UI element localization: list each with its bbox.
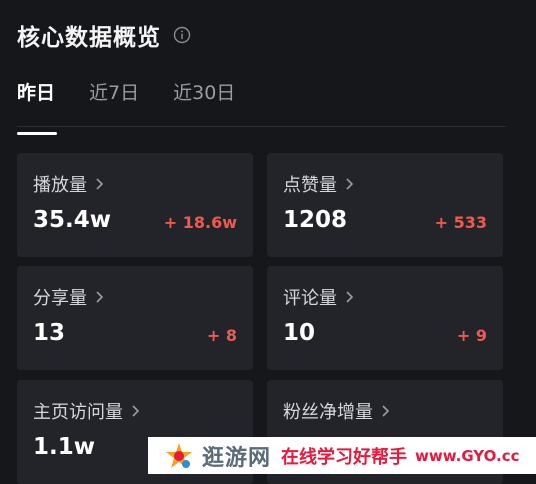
metric-label: 分享量 [33,288,87,309]
page-title: 核心数据概览 [17,25,161,51]
metric-label-link[interactable]: 粉丝净增量 [283,398,391,424]
tabs-divider [17,126,506,127]
metric-label: 粉丝净增量 [283,402,373,423]
watermark-url: www.GYO.cc [415,446,520,465]
metric-label-link[interactable]: 分享量 [33,284,105,310]
metric-value: 35.4w [33,207,111,233]
metric-delta: + 533 [434,213,487,232]
metric-label-link[interactable]: 点赞量 [283,171,355,197]
tab-label: 昨日 [17,82,56,104]
metric-delta: + 8 [206,326,237,345]
chevron-right-icon [95,289,105,305]
metric-card-plays[interactable]: 播放量 35.4w + 18.6w [17,153,253,257]
metric-label: 主页访问量 [33,402,123,423]
metric-delta: + 18.6w [163,213,237,232]
chevron-right-icon [345,289,355,305]
metric-label-link[interactable]: 播放量 [33,171,105,197]
metric-label: 点赞量 [283,175,337,196]
page-header: 核心数据概览 [17,18,191,52]
watermark-slogan: 在线学习好帮手 [281,446,408,468]
active-tab-indicator [17,132,57,135]
chevron-right-icon [345,176,355,192]
chevron-right-icon [95,176,105,192]
metric-value: 10 [283,320,316,346]
tab-yesterday[interactable]: 昨日 [17,78,57,135]
metric-label: 评论量 [283,288,337,309]
tab-label: 近30日 [173,82,236,104]
tab-last-30-days[interactable]: 近30日 [173,78,235,115]
chevron-right-icon [131,403,141,419]
watermark-banner: 逛游网 在线学习好帮手 www.GYO.cc [148,437,536,474]
watermark-brand: 逛游网 [202,444,272,471]
metric-value: 13 [33,320,66,346]
metric-value: 1.1w [33,434,95,460]
metric-label-link[interactable]: 评论量 [283,284,355,310]
watermark-logo-icon [164,441,194,471]
info-circle-icon[interactable] [173,26,191,44]
metric-card-shares[interactable]: 分享量 13 + 8 [17,266,253,370]
tab-last-7-days[interactable]: 近7日 [89,78,139,115]
metric-label: 播放量 [33,175,87,196]
metric-value: 1208 [283,207,348,233]
chevron-right-icon [381,403,391,419]
tab-label: 近7日 [89,82,140,104]
metric-card-likes[interactable]: 点赞量 1208 + 533 [267,153,503,257]
metric-card-comments[interactable]: 评论量 10 + 9 [267,266,503,370]
metric-label-link[interactable]: 主页访问量 [33,398,141,424]
date-range-tabs: 昨日 近7日 近30日 [17,78,235,135]
metric-delta: + 9 [456,326,487,345]
